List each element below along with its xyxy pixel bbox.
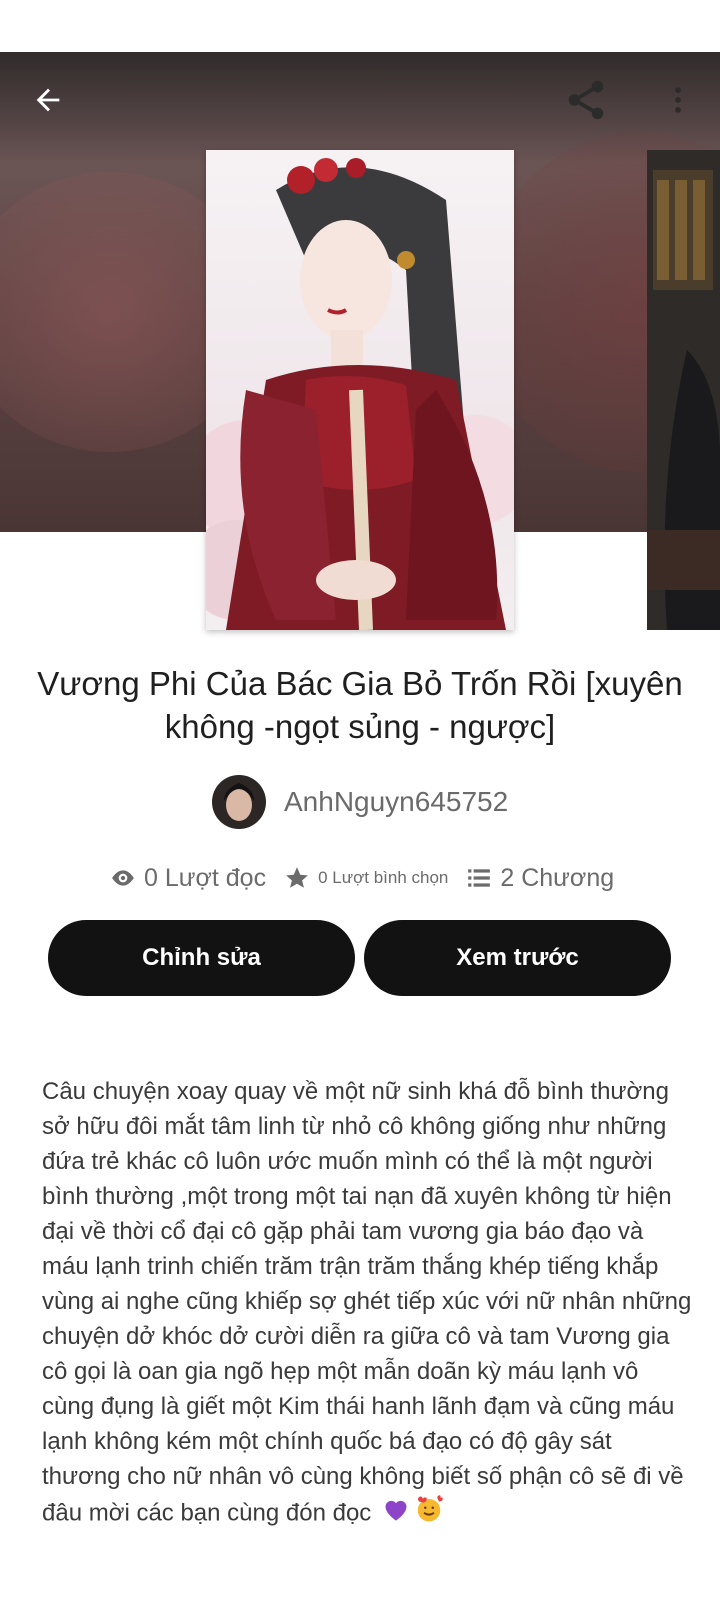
purple-heart-emoji bbox=[382, 1496, 410, 1532]
stat-parts[interactable]: 2 Chương bbox=[466, 864, 614, 893]
author-name[interactable]: AnhNguyn645752 bbox=[284, 786, 508, 818]
edit-button[interactable]: Chỉnh sửa bbox=[48, 920, 355, 996]
next-story-cover[interactable] bbox=[647, 150, 720, 630]
avatar[interactable] bbox=[212, 775, 266, 829]
reads-count: 0 Lượt đọc bbox=[144, 863, 267, 892]
share-button[interactable] bbox=[558, 72, 614, 128]
story-cover[interactable] bbox=[206, 150, 514, 630]
story-stats: 0 Lượt đọc 0 Lượt bình chọn 2 Chương bbox=[110, 860, 632, 896]
more-vertical-icon bbox=[675, 87, 681, 113]
arrow-left-icon bbox=[36, 88, 60, 112]
next-cover-illustration bbox=[647, 150, 720, 630]
back-button[interactable] bbox=[20, 72, 76, 128]
stat-votes: 0 Lượt bình chọn bbox=[284, 865, 448, 891]
story-title: Vương Phi Của Bác Gia Bỏ Trốn Rồi [xuyên… bbox=[37, 665, 683, 745]
preview-button[interactable]: Xem trước bbox=[364, 920, 671, 996]
author-row[interactable]: AnhNguyn645752 bbox=[212, 774, 508, 830]
more-options-button[interactable] bbox=[650, 72, 706, 128]
cover-illustration bbox=[206, 158, 514, 630]
parts-count[interactable]: 2 Chương bbox=[500, 864, 614, 893]
smiling-face-with-hearts-emoji bbox=[414, 1494, 444, 1534]
story-description: Câu chuyện xoay quay về một nữ sinh khá … bbox=[42, 1074, 692, 1534]
share-icon bbox=[568, 80, 604, 120]
stat-reads: 0 Lượt đọc bbox=[110, 864, 266, 893]
eye-icon bbox=[110, 865, 136, 891]
star-icon bbox=[284, 865, 310, 891]
list-icon bbox=[466, 865, 492, 891]
votes-count: 0 Lượt bình chọn bbox=[318, 868, 449, 887]
description-text: Câu chuyện xoay quay về một nữ sinh khá … bbox=[42, 1078, 692, 1527]
status-bar bbox=[0, 0, 720, 52]
